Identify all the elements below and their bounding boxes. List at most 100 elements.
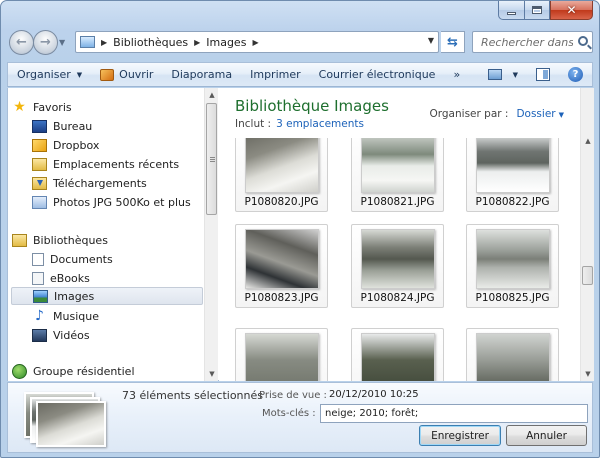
photo-thumbnail xyxy=(361,138,435,193)
nav-item-desktop[interactable]: Bureau xyxy=(32,117,202,135)
close-icon: ✕ xyxy=(566,3,577,17)
nav-homegroup[interactable]: Groupe résidentiel xyxy=(12,362,202,380)
preview-pane-button[interactable] xyxy=(527,63,559,86)
print-button[interactable]: Imprimer xyxy=(241,63,310,86)
main-area: ★ Favoris Bureau Dropbox Emplacements réc… xyxy=(7,88,594,381)
close-button[interactable]: ✕ xyxy=(550,1,593,20)
photo-thumbnail xyxy=(361,333,435,381)
breadcrumb-separator-icon[interactable]: ▶ xyxy=(252,38,258,47)
forward-button[interactable]: → xyxy=(33,30,58,55)
nav-label: Images xyxy=(54,289,95,303)
selection-count: 73 éléments sélectionnés xyxy=(122,389,263,402)
search-input[interactable] xyxy=(473,33,573,51)
documents-icon xyxy=(32,252,44,266)
nav-label: Groupe résidentiel xyxy=(33,364,135,378)
nav-label: Photos JPG 500Ko et plus xyxy=(53,195,191,209)
minimize-button[interactable] xyxy=(498,1,524,20)
command-bar: Organiser ▼ Ouvrir Diaporama Imprimer Cou… xyxy=(7,62,593,87)
nav-item-images[interactable]: Images xyxy=(11,287,203,305)
breadcrumb-separator-icon[interactable]: ▶ xyxy=(101,38,107,47)
search-box[interactable] xyxy=(472,31,593,53)
content-pane: Bibliothèque Images Inclut : 3 emplacemen… xyxy=(219,88,594,381)
address-bar[interactable]: ▶ Bibliothèques ▶ Images ▶ ▼ xyxy=(75,31,439,53)
photo-thumbnail xyxy=(245,229,319,289)
scroll-up-icon[interactable]: ▲ xyxy=(581,134,594,148)
history-buttons: ← → ▼ xyxy=(9,30,67,56)
preview-pane-icon xyxy=(536,68,550,81)
libraries-icon xyxy=(12,233,27,247)
nav-label: Emplacements récents xyxy=(53,157,180,171)
scroll-down-icon[interactable]: ▼ xyxy=(205,367,219,381)
nav-item-documents[interactable]: Documents xyxy=(32,250,202,268)
downloads-icon xyxy=(32,176,47,190)
scroll-down-icon[interactable]: ▼ xyxy=(581,367,594,381)
file-tile[interactable] xyxy=(466,328,559,381)
nav-libraries[interactable]: Bibliothèques xyxy=(12,231,202,249)
file-tile[interactable]: P1080825.JPG xyxy=(466,224,559,308)
caption-buttons: ✕ xyxy=(498,1,593,20)
nav-label: Bureau xyxy=(53,119,93,133)
file-tile[interactable]: P1080820.JPG xyxy=(235,138,328,212)
file-name: P1080820.JPG xyxy=(244,196,319,208)
address-history-dropdown-icon[interactable]: ▼ xyxy=(428,36,434,45)
keywords-field[interactable] xyxy=(320,404,588,423)
file-tile[interactable]: P1080822.JPG xyxy=(466,138,559,212)
arrange-by: Organiser par : Dossier ▼ xyxy=(430,108,565,120)
chevron-down-icon[interactable]: ▼ xyxy=(559,111,564,119)
scrollbar-thumb[interactable] xyxy=(582,266,593,285)
file-tile[interactable]: P1080821.JPG xyxy=(351,138,444,212)
file-tile[interactable]: P1080823.JPG xyxy=(235,224,328,308)
grip-line xyxy=(210,161,215,162)
save-button[interactable]: Enregistrer xyxy=(419,425,501,446)
recent-pages-dropdown-icon[interactable]: ▼ xyxy=(59,38,65,47)
file-tile[interactable] xyxy=(351,328,444,381)
homegroup-icon xyxy=(12,363,27,379)
nav-item-recent-places[interactable]: Emplacements récents xyxy=(32,155,202,173)
breadcrumb-separator-icon[interactable]: ▶ xyxy=(194,38,200,47)
content-scrollbar[interactable]: ▲ ▼ xyxy=(580,88,594,381)
nav-item-music[interactable]: ♪ Musique xyxy=(32,307,202,325)
date-taken-value[interactable]: 20/12/2010 10:25 xyxy=(329,389,419,400)
slideshow-button[interactable]: Diaporama xyxy=(162,63,241,86)
nav-label: Musique xyxy=(53,309,99,323)
nav-item-saved-search[interactable]: Photos JPG 500Ko et plus xyxy=(32,193,202,211)
file-name: P1080824.JPG xyxy=(360,292,435,304)
file-tile[interactable] xyxy=(235,328,328,381)
nav-item-videos[interactable]: Vidéos xyxy=(32,326,202,344)
maximize-button[interactable] xyxy=(524,1,550,20)
scrollbar-thumb[interactable] xyxy=(206,103,217,215)
cancel-button[interactable]: Annuler xyxy=(506,425,587,446)
breadcrumb-images[interactable]: Images xyxy=(206,36,246,49)
change-view-button[interactable]: ▼ xyxy=(479,63,527,86)
file-name: P1080821.JPG xyxy=(360,196,435,208)
nav-favorites[interactable]: ★ Favoris xyxy=(12,98,202,116)
photo-thumbnail xyxy=(245,333,319,381)
scroll-up-icon[interactable]: ▲ xyxy=(205,88,219,102)
music-note-icon: ♪ xyxy=(35,307,44,324)
photo-thumbnail xyxy=(245,138,319,193)
nav-item-dropbox[interactable]: Dropbox xyxy=(32,136,202,154)
email-button[interactable]: Courrier électronique xyxy=(310,63,445,86)
search-icon[interactable] xyxy=(578,36,588,46)
help-button[interactable]: ? xyxy=(559,63,592,86)
file-name: P1080822.JPG xyxy=(475,196,550,208)
selection-thumbnail-stack xyxy=(22,390,112,448)
arrange-by-dropdown[interactable]: Dossier xyxy=(516,108,555,120)
nav-item-ebooks[interactable]: eBooks xyxy=(32,269,202,287)
date-taken-label: Prise de vue : xyxy=(259,390,327,401)
details-pane: 73 éléments sélectionnés Prise de vue : … xyxy=(7,382,593,453)
ebooks-icon xyxy=(32,271,44,285)
includes-label: Inclut : xyxy=(235,118,272,130)
organize-button[interactable]: Organiser ▼ xyxy=(8,63,91,86)
more-commands-button[interactable]: » xyxy=(444,63,469,86)
breadcrumb-libraries[interactable]: Bibliothèques xyxy=(113,36,188,49)
videos-icon xyxy=(32,328,47,342)
nav-item-downloads[interactable]: Téléchargements xyxy=(32,174,202,192)
open-button[interactable]: Ouvrir xyxy=(91,63,162,86)
back-button[interactable]: ← xyxy=(9,30,34,55)
keywords-label: Mots-clés : xyxy=(262,408,316,419)
includes-locations-link[interactable]: 3 emplacements xyxy=(276,118,364,130)
refresh-button[interactable]: ⇆ xyxy=(441,31,465,53)
navigation-scrollbar[interactable]: ▲ ▼ xyxy=(204,88,218,381)
file-tile[interactable]: P1080824.JPG xyxy=(351,224,444,308)
